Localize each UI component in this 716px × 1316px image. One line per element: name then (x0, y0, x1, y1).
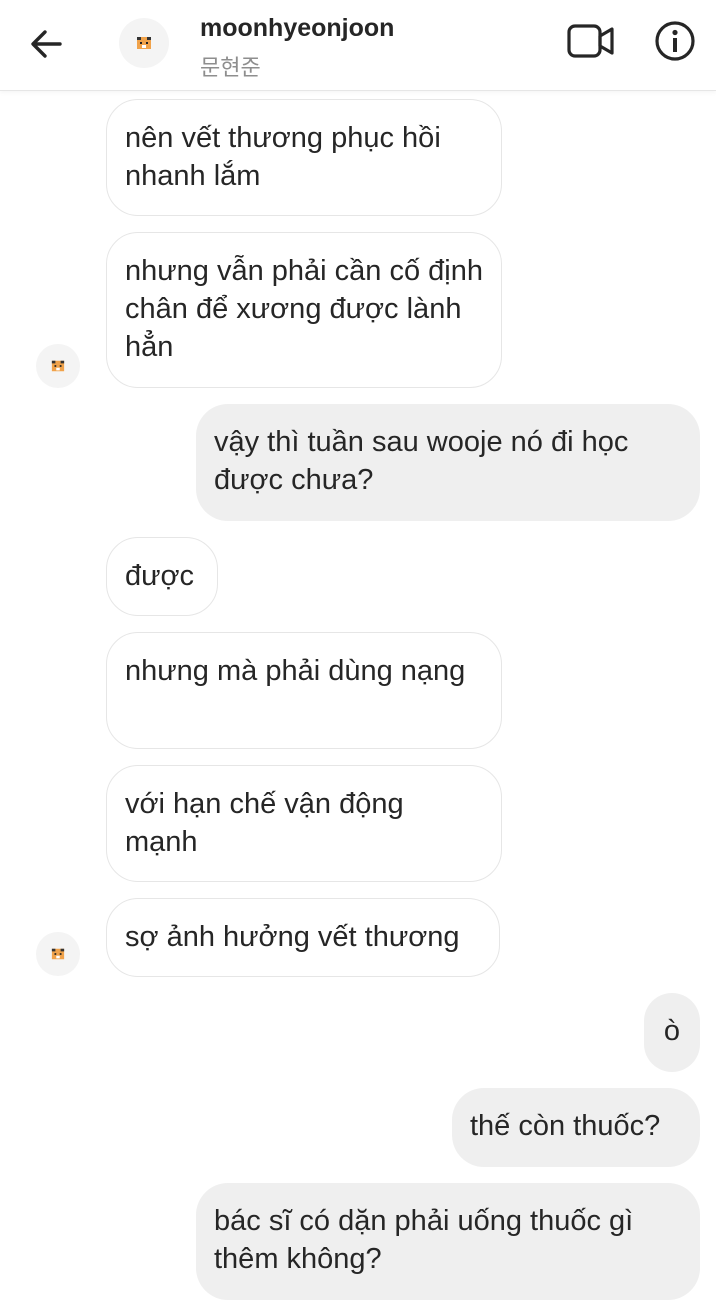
message-bubble[interactable]: thế còn thuốc? (452, 1088, 700, 1167)
chat-subtitle: 문현준 (200, 55, 261, 80)
message-bubble[interactable]: vậy thì tuần sau wooje nó đi học được ch… (196, 404, 700, 521)
message-bubble[interactable]: sợ ảnh hưởng vết thương (106, 898, 500, 977)
message-text: được (125, 560, 195, 592)
message-text: vậy thì tuần sau wooje nó đi học được ch… (214, 426, 629, 496)
message-text: bác sĩ có dặn phải uống thuốc gì thêm kh… (214, 1205, 634, 1275)
tiger-avatar-icon (51, 948, 65, 960)
chat-username[interactable]: moonhyeonjoon (200, 14, 394, 43)
message-text: sợ ảnh hưởng vết thương (125, 921, 460, 953)
message-bubble[interactable]: ò (644, 993, 700, 1072)
message-text: thế còn thuốc? (470, 1110, 661, 1142)
message-bubble[interactable]: bác sĩ có dặn phải uống thuốc gì thêm kh… (196, 1183, 700, 1300)
message-text: nhưng mà phải dùng nạng (125, 655, 466, 687)
sender-avatar[interactable] (36, 344, 80, 388)
chat-header: moonhyeonjoon 문현준 (0, 0, 716, 91)
message-text: nhưng vẫn phải cần cố định chân để xương… (125, 255, 484, 363)
info-icon[interactable] (654, 20, 696, 62)
message-bubble[interactable]: nhưng mà phải dùng nạng (106, 632, 502, 749)
message-text: nên vết thương phục hồi nhanh lắm (125, 122, 441, 192)
message-bubble[interactable]: với hạn chế vận động mạnh (106, 765, 502, 882)
message-bubble[interactable]: nên vết thương phục hồi nhanh lắm (106, 99, 502, 216)
message-text: ò (663, 1015, 681, 1047)
avatar[interactable] (119, 18, 169, 68)
back-arrow-icon[interactable] (26, 24, 66, 64)
message-text: với hạn chế vận động mạnh (125, 788, 404, 858)
message-bubble[interactable]: nhưng vẫn phải cần cố định chân để xương… (106, 232, 502, 388)
sender-avatar[interactable] (36, 932, 80, 976)
tiger-avatar-icon (51, 360, 65, 372)
video-call-icon[interactable] (566, 20, 616, 62)
message-bubble[interactable]: được (106, 537, 218, 616)
tiger-avatar-icon (137, 37, 151, 49)
